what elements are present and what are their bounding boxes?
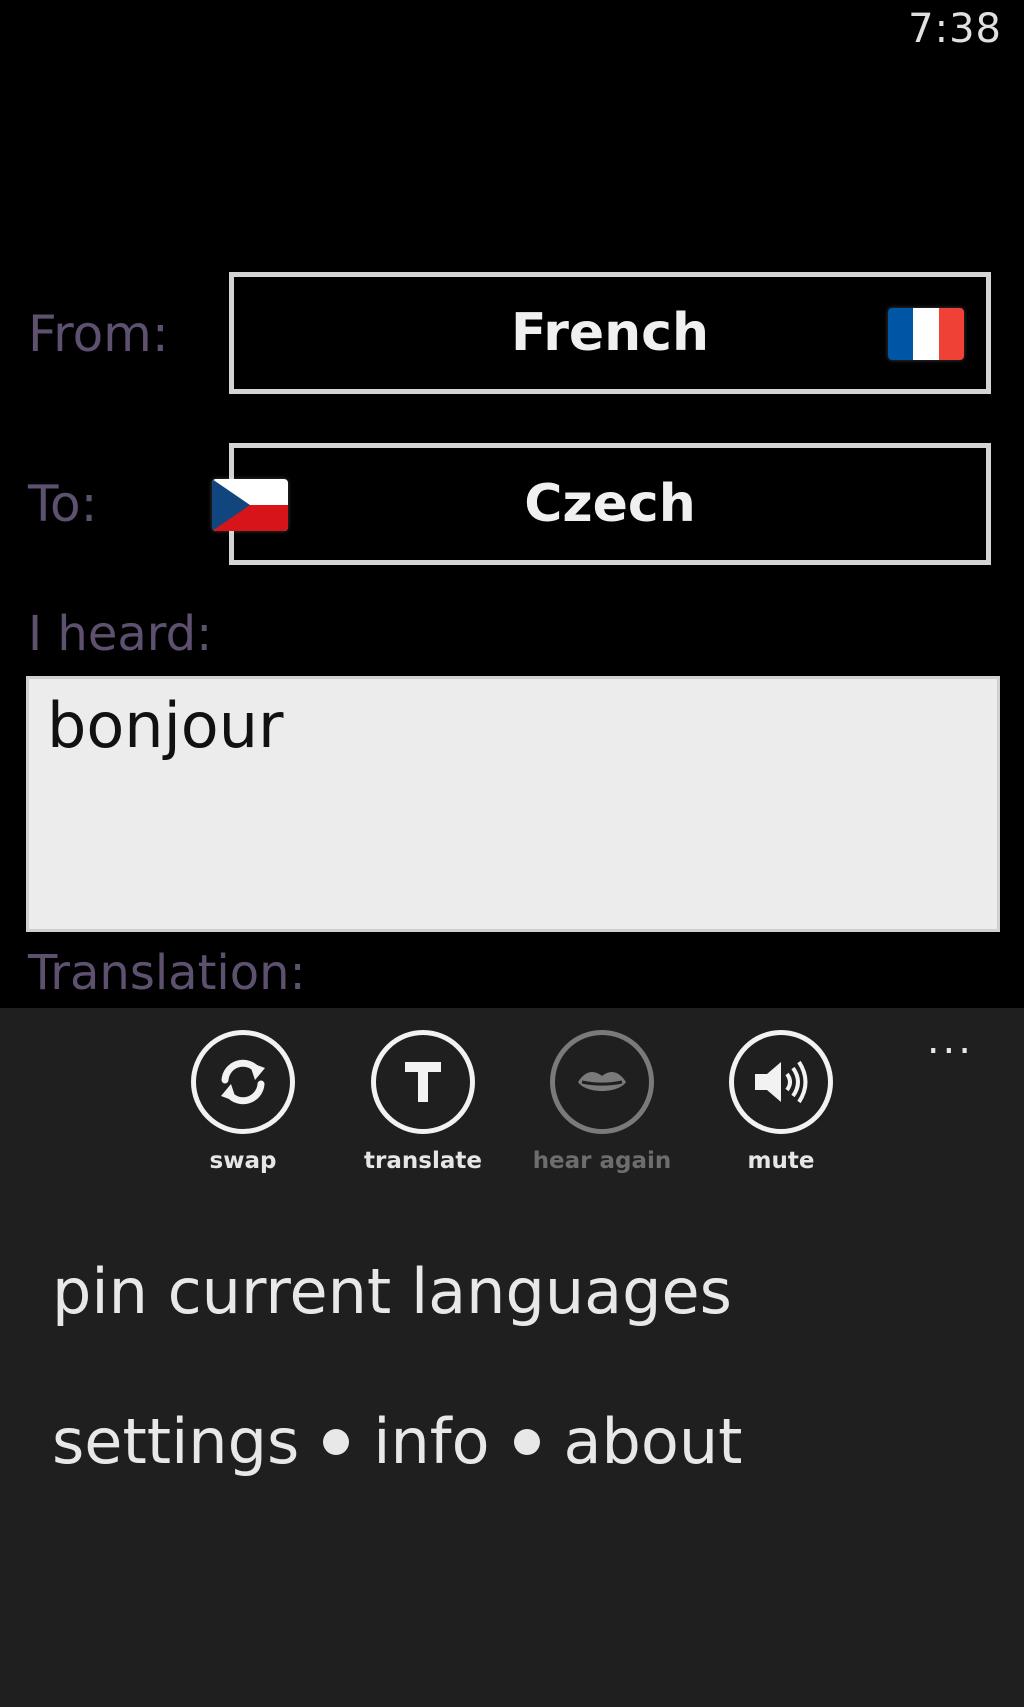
separator-bullet: [323, 1428, 350, 1455]
translate-circle: [371, 1030, 475, 1134]
swap-circle: [191, 1030, 295, 1134]
from-label: From:: [28, 305, 169, 363]
menu-row: settings info about: [52, 1405, 742, 1478]
status-time: 7:38: [908, 6, 1002, 52]
heard-text-box[interactable]: bonjour: [26, 676, 1000, 932]
to-language-name: Czech: [524, 474, 696, 534]
translate-t-icon: [405, 1062, 441, 1102]
about-menu-item[interactable]: about: [564, 1405, 743, 1478]
from-language-name: French: [511, 303, 709, 363]
swap-button[interactable]: swap: [153, 1030, 333, 1174]
to-label: To:: [28, 475, 98, 533]
mute-circle: [729, 1030, 833, 1134]
lips-icon: [578, 1072, 626, 1091]
hear-again-label: hear again: [532, 1148, 672, 1174]
hear-again-button[interactable]: hear again: [512, 1030, 692, 1174]
translation-label: Translation:: [28, 945, 306, 1001]
mute-button[interactable]: mute: [691, 1030, 871, 1174]
heard-text: bonjour: [47, 689, 284, 762]
separator-bullet: [513, 1428, 540, 1455]
to-language-picker[interactable]: Czech: [212, 443, 991, 565]
sync-icon: [221, 1059, 265, 1105]
translate-label: translate: [364, 1148, 482, 1174]
hear-again-circle: [550, 1030, 654, 1134]
settings-menu-item[interactable]: settings: [52, 1405, 299, 1478]
speaker-icon: [755, 1060, 808, 1104]
translate-button[interactable]: translate: [333, 1030, 513, 1174]
heard-label: I heard:: [28, 606, 213, 662]
flag-france-icon: [888, 308, 964, 360]
mute-label: mute: [747, 1148, 815, 1174]
info-menu-item[interactable]: info: [373, 1405, 489, 1478]
pin-languages-menu-item[interactable]: pin current languages: [52, 1255, 732, 1328]
from-language-picker[interactable]: French: [229, 272, 991, 394]
more-options-icon[interactable]: ...: [927, 1020, 974, 1060]
swap-label: swap: [209, 1148, 277, 1174]
flag-czech-icon: [212, 479, 288, 531]
